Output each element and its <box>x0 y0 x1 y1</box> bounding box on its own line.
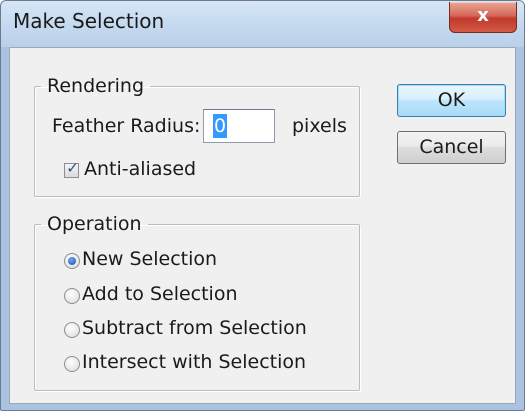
radio-selected-dot <box>68 257 76 265</box>
feather-radius-selection: 0 <box>213 114 227 138</box>
option-new-selection-label[interactable]: New Selection <box>82 248 217 270</box>
radio-add-to-selection[interactable] <box>64 288 80 304</box>
option-intersect-with-selection-label[interactable]: Intersect with Selection <box>82 351 306 373</box>
make-selection-dialog: Make Selection x Rendering Feather Radiu… <box>0 0 525 411</box>
dialog-body: Rendering Feather Radius: 0 pixels ✓ Ant… <box>9 47 516 404</box>
dialog-title: Make Selection <box>13 9 165 33</box>
rendering-legend: Rendering <box>47 75 145 97</box>
feather-radius-label: Feather Radius: <box>52 115 201 137</box>
radio-intersect-with-selection[interactable] <box>64 356 80 372</box>
anti-aliased-checkbox[interactable]: ✓ <box>64 159 79 178</box>
option-add-to-selection-label[interactable]: Add to Selection <box>82 283 238 305</box>
radio-new-selection[interactable] <box>64 253 80 269</box>
checkmark-icon: ✓ <box>66 159 79 177</box>
cancel-button[interactable]: Cancel <box>397 131 506 164</box>
anti-aliased-label[interactable]: Anti-aliased <box>84 158 196 180</box>
close-icon: x <box>477 5 489 26</box>
radio-subtract-from-selection[interactable] <box>64 322 80 338</box>
operation-legend: Operation <box>47 213 142 235</box>
title-bar[interactable]: Make Selection x <box>1 1 524 47</box>
ok-button[interactable]: OK <box>397 84 506 117</box>
feather-unit-label: pixels <box>292 115 347 137</box>
option-subtract-from-selection-label[interactable]: Subtract from Selection <box>82 317 307 339</box>
close-button[interactable]: x <box>449 2 517 33</box>
